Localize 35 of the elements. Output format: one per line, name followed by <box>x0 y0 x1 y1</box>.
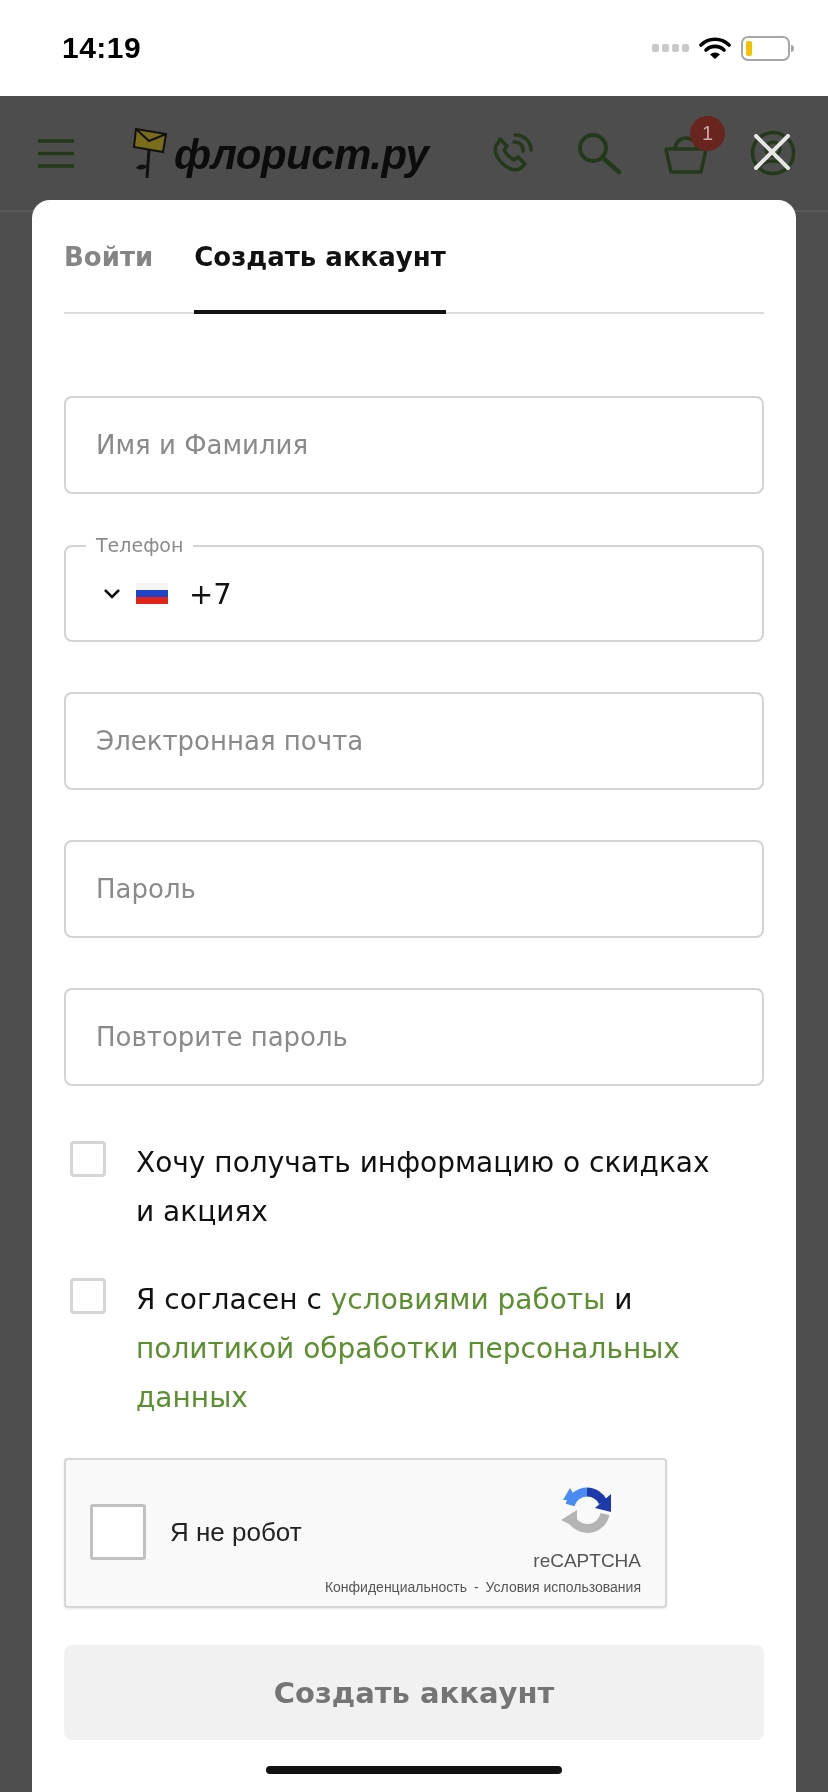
input-field[interactable]: Пароль <box>64 840 764 938</box>
cart-badge: 1 <box>690 116 725 151</box>
checkbox-label: Я согласен с условиями работы и политикой обработки персональных данных <box>136 1282 681 1416</box>
search-icon[interactable] <box>576 132 622 174</box>
close-icon[interactable] <box>754 134 790 170</box>
captcha-link[interactable]: Конфиденциальность <box>324 1578 467 1596</box>
captcha-label: Я не робот <box>170 1516 302 1548</box>
country-select[interactable] <box>103 583 168 604</box>
input-field[interactable]: Имя и Фамилия <box>64 396 764 494</box>
text-link[interactable]: условиями работы <box>330 1283 606 1316</box>
wifi-icon <box>699 36 731 60</box>
tab[interactable]: Войти <box>64 200 154 314</box>
tab[interactable]: Создать аккаунт <box>194 200 446 314</box>
logo-text[interactable]: флорист.ру <box>174 131 429 179</box>
input-field[interactable]: Электронная почта <box>64 692 764 790</box>
status-time: 14:19 <box>62 31 142 65</box>
text-link[interactable]: политикой обработки персональных <box>136 1332 680 1365</box>
phone-field[interactable]: Телефон +7 <box>64 532 764 642</box>
captcha-checkbox[interactable] <box>90 1504 146 1560</box>
phone-input[interactable]: +7 <box>189 573 744 614</box>
user-icon[interactable] <box>750 130 796 176</box>
input-field[interactable]: Повторите пароль <box>64 988 764 1086</box>
captcha-link[interactable]: Условия использования <box>485 1578 641 1596</box>
menu-icon[interactable] <box>38 138 74 168</box>
battery-icon <box>741 35 795 61</box>
signal-icon <box>652 44 689 52</box>
chevron-down-icon <box>103 588 121 599</box>
text-link[interactable]: данных <box>136 1381 248 1414</box>
checkbox[interactable] <box>70 1141 106 1177</box>
flag-icon <box>136 583 168 604</box>
checkbox[interactable] <box>70 1278 106 1314</box>
separator-text: - <box>473 1578 479 1596</box>
checkbox-label: Хочу получать информацию о скидках и акциях <box>136 1145 711 1230</box>
captcha-brand: reCAPTCHA <box>533 1550 641 1572</box>
flower-logo-icon <box>132 126 168 180</box>
